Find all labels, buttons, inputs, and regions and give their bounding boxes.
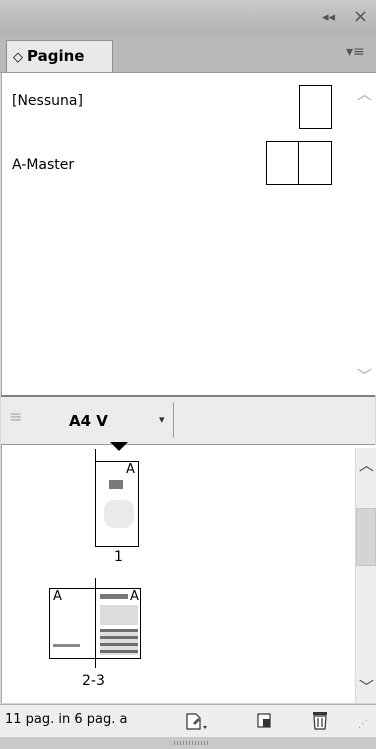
pages-scroll-up-icon[interactable]: ︿ [359, 454, 374, 475]
master-a-left-page[interactable] [266, 141, 299, 185]
master-a-right-page[interactable] [298, 141, 332, 185]
chevron-down-icon: ▾ [159, 413, 165, 426]
panel-menu-icon[interactable]: ▾≡ [346, 44, 365, 60]
trash-icon[interactable] [310, 709, 330, 731]
page-3-content-graphic [100, 605, 138, 625]
collapse-panel-icon[interactable]: ◂◂ [322, 10, 335, 25]
masters-scroll-up-icon[interactable]: ︿ [357, 83, 372, 104]
master-selector-bar: ≡ A4 V ▾ [1, 395, 375, 445]
page-3-thumb[interactable]: A [95, 588, 141, 659]
pages-scrollbar-thumb[interactable] [356, 508, 376, 566]
sort-toggle-icon: ◇ [13, 50, 23, 65]
page-3-content-graphic [100, 629, 138, 655]
page-2-content-graphic [53, 644, 80, 647]
grip-dots [174, 741, 208, 745]
master-none-label: [Nessuna] [12, 93, 83, 109]
resize-grip-icon[interactable]: ⋰ [358, 719, 368, 730]
new-page-icon[interactable] [255, 711, 275, 731]
close-icon[interactable]: × [353, 6, 368, 27]
page-3-master-prefix: A [130, 589, 139, 604]
drag-handle-icon[interactable]: ≡ [9, 407, 22, 426]
current-page-marker-icon [110, 442, 128, 451]
masters-panel: [Nessuna] A-Master ︿ ﹀ [1, 73, 376, 395]
page-count-text: 11 pag. in 6 pag. a [5, 712, 128, 727]
page-1-master-prefix: A [126, 462, 135, 477]
page-1-content-graphic [104, 500, 134, 528]
master-none-thumb[interactable] [299, 85, 332, 129]
masters-scroll-down-icon[interactable]: ﹀ [357, 365, 372, 386]
master-dropdown-value: A4 V [69, 412, 108, 430]
panel-bottom-grip[interactable] [0, 737, 376, 749]
master-dropdown[interactable]: A4 V ▾ [31, 402, 174, 438]
page-1-content-graphic [109, 480, 123, 489]
page-1-thumb[interactable]: A [95, 461, 139, 547]
tab-pagine[interactable]: ◇ Pagine [6, 40, 113, 72]
pages-scroll-down-icon[interactable]: ﹀ [359, 676, 374, 697]
page-2-master-prefix: A [53, 589, 62, 604]
edit-page-size-icon[interactable] [184, 710, 210, 732]
page-3-content-graphic [100, 594, 128, 599]
master-a-label: A-Master [12, 157, 75, 173]
panel-titlebar: ◂◂ × [0, 0, 376, 37]
tab-label: Pagine [27, 47, 85, 65]
pages-scrollbar[interactable]: ︿ ﹀ [355, 448, 376, 703]
pages-panel: A 1 A A 2-3 [1, 442, 376, 703]
page-1-label: 1 [114, 549, 123, 565]
page-2-thumb[interactable]: A [49, 588, 96, 659]
status-bar: 11 pag. in 6 pag. a ⋰ [0, 704, 376, 737]
spread-2-3-label: 2-3 [82, 673, 105, 689]
